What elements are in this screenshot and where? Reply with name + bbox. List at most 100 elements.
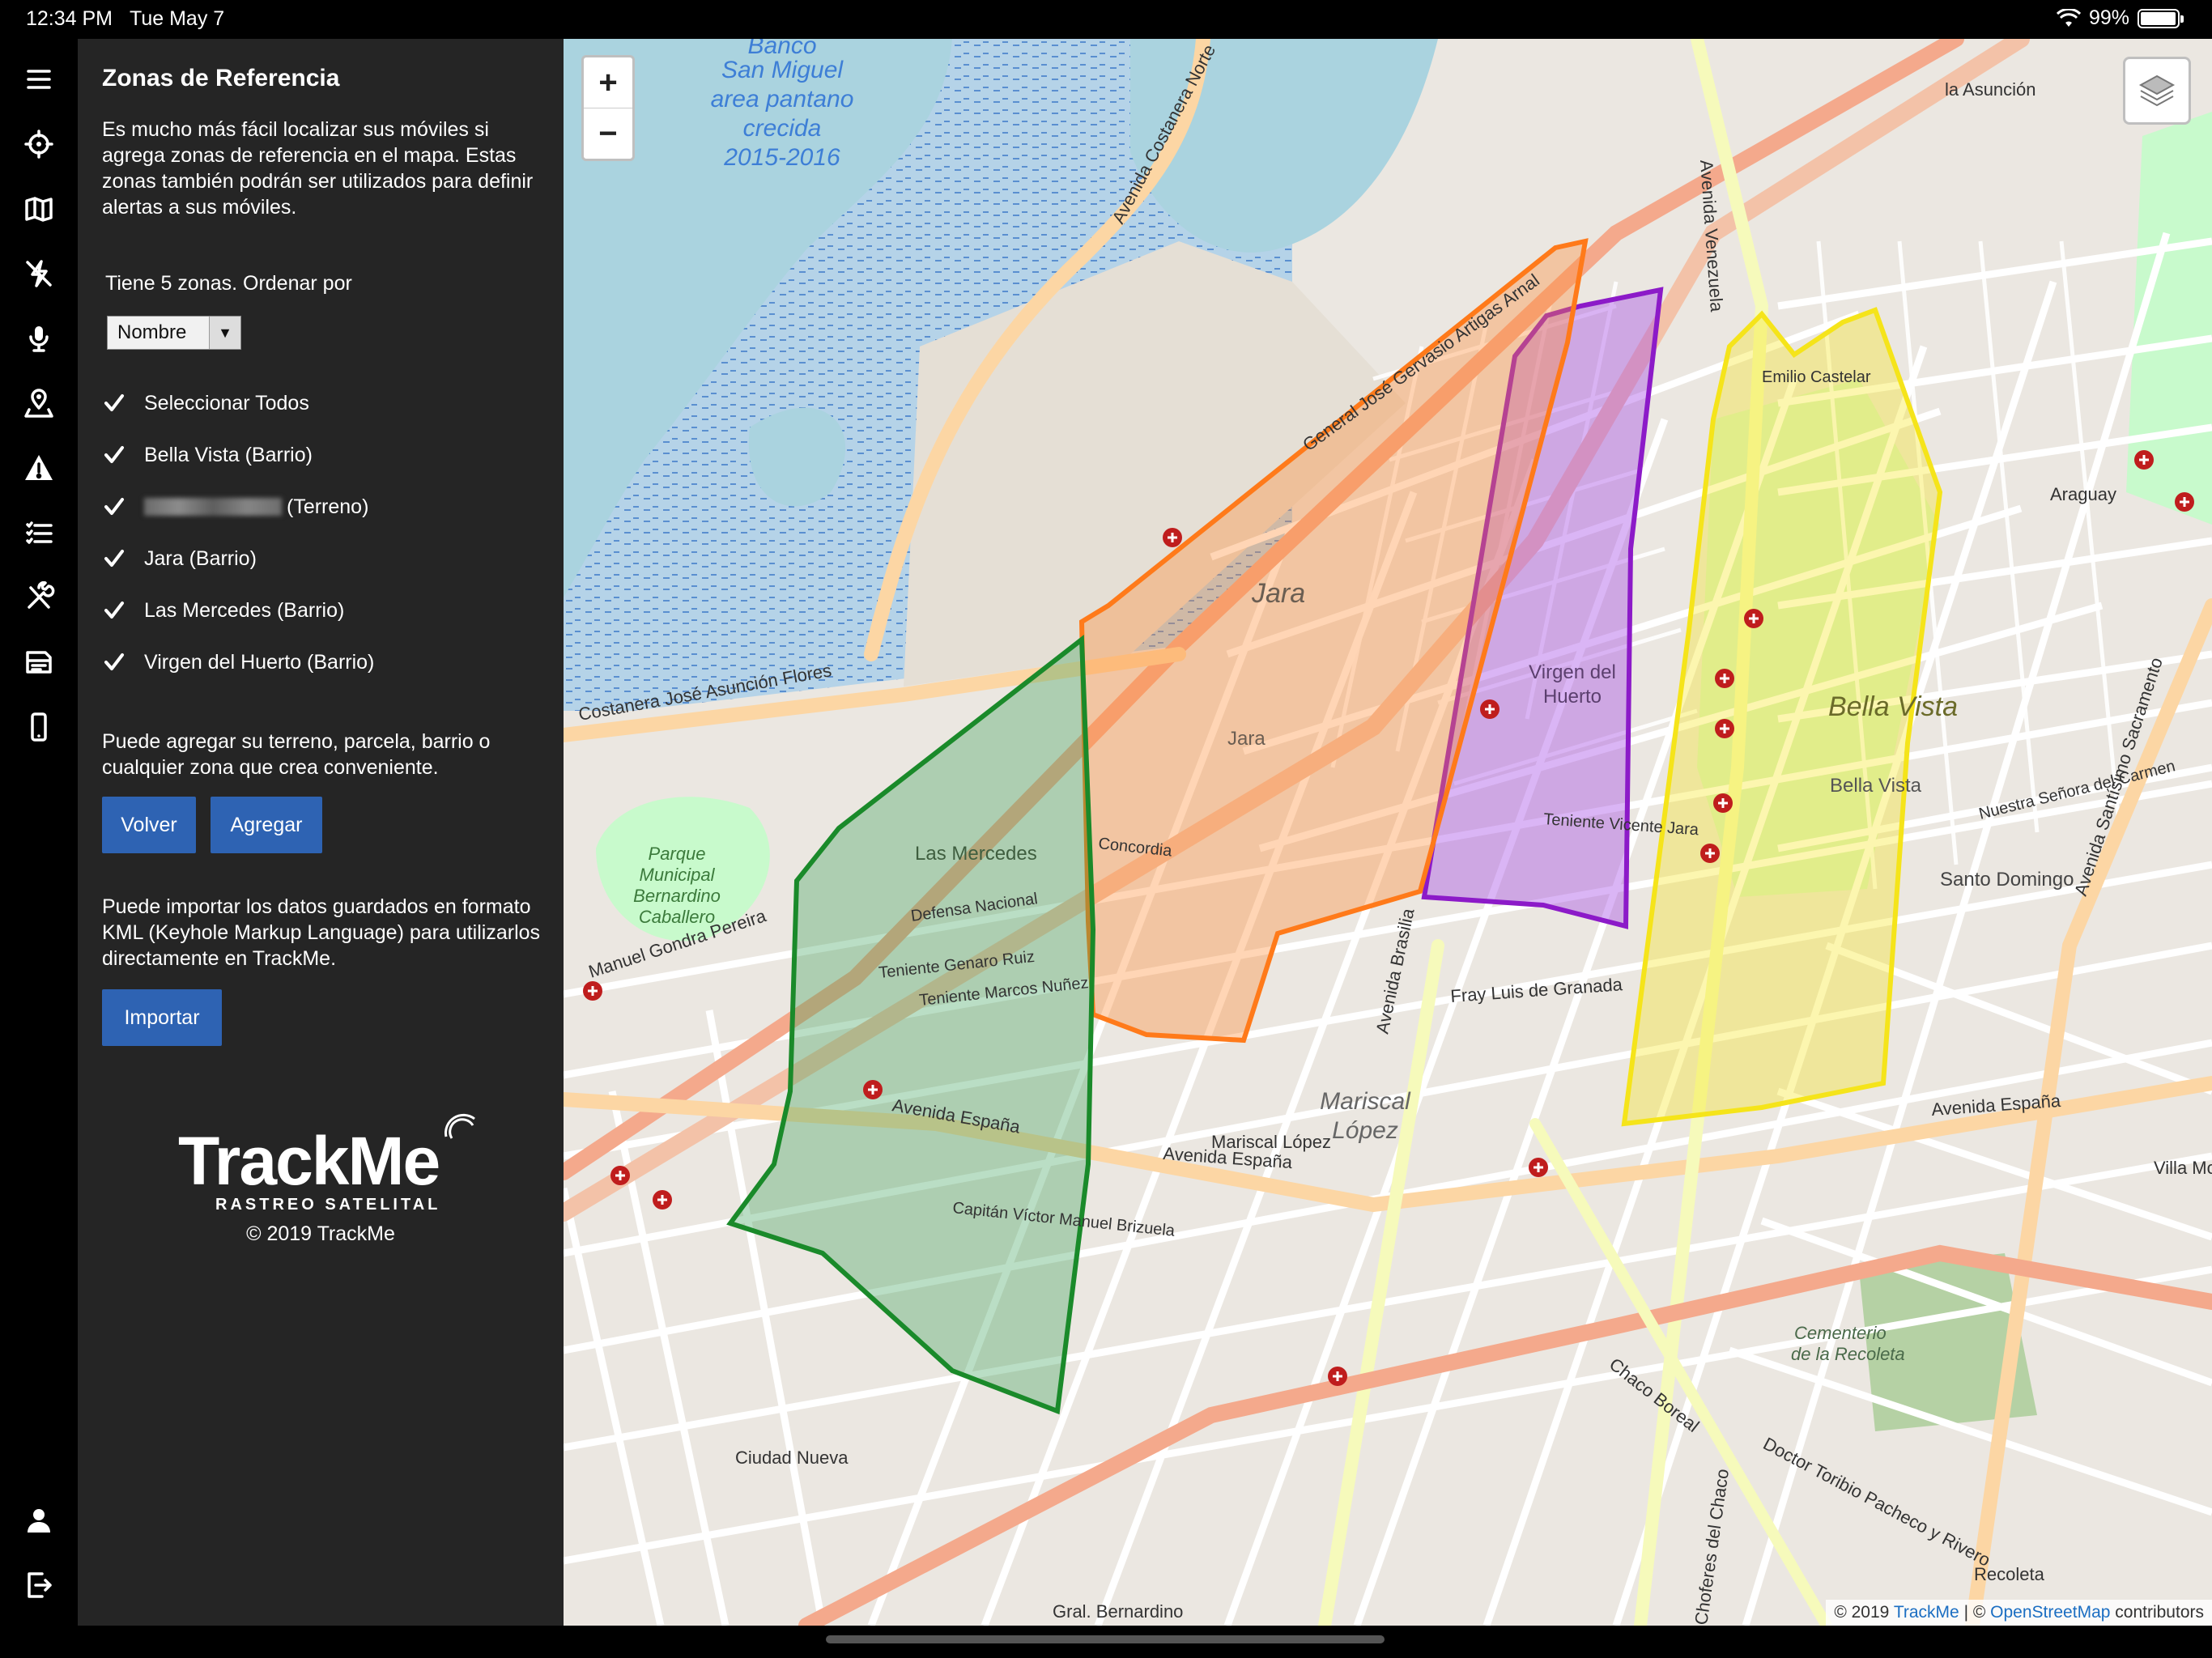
sort-select[interactable]: Nombre ▼ (107, 316, 241, 350)
banco-label: crecida (743, 115, 822, 142)
cementerio-label: Cementerio (1794, 1323, 1887, 1343)
attribution-mid: | © (1963, 1603, 1986, 1622)
hospital-icon[interactable] (1480, 699, 1499, 719)
microphone-icon[interactable] (16, 316, 62, 361)
hospital-icon[interactable] (583, 981, 602, 1001)
road-label: Araguay (2050, 484, 2116, 504)
zones-panel: Zonas de Referencia Es mucho más fácil l… (78, 39, 564, 1626)
home-indicator[interactable] (826, 1635, 1385, 1643)
zone-icon[interactable] (16, 380, 62, 426)
banco-label: San Miguel (721, 57, 844, 83)
openstreetmap-link[interactable]: OpenStreetMap (1990, 1603, 2110, 1622)
attribution-suffix: contributors (2115, 1603, 2204, 1622)
zone-label: Jara (Barrio) (144, 546, 257, 570)
zoom-in-button[interactable]: + (584, 57, 632, 108)
zone-checkbox-jara[interactable]: Jara (Barrio) (102, 542, 507, 575)
hospital-icon[interactable] (1715, 719, 1734, 738)
hospital-icon[interactable] (1744, 609, 1763, 628)
tools-icon[interactable] (16, 575, 62, 620)
select-all-checkbox[interactable]: Seleccionar Todos (102, 387, 507, 419)
import-text: Puede importar los datos guardados en fo… (102, 895, 541, 970)
hospital-icon[interactable] (1163, 528, 1182, 547)
place-label: la Asunción (1945, 79, 2036, 100)
status-date: Tue May 7 (130, 7, 225, 30)
logo-word: TrackMe (178, 1123, 440, 1199)
hospital-icon[interactable] (1529, 1158, 1548, 1177)
zone-label: Virgen del Huerto (Barrio) (144, 650, 375, 674)
jara-label: Jara (1251, 578, 1305, 609)
zone-checkbox-bella-vista[interactable]: Bella Vista (Barrio) (102, 439, 507, 471)
trackme-link[interactable]: TrackMe (1894, 1603, 1959, 1622)
road-label: Emilio Castelar (1762, 368, 1871, 386)
zone-label: Las Mercedes (Barrio) (144, 598, 345, 622)
place-label: Mariscal López (1211, 1132, 1331, 1152)
sort-select-value: Nombre (117, 321, 187, 343)
banco-label: area pantano (711, 86, 854, 113)
mariscal-label: López (1332, 1117, 1398, 1144)
sort-label: Tiene 5 zonas. Ordenar por (105, 272, 352, 295)
alerts-icon[interactable] (16, 251, 62, 296)
checkmark-icon (102, 391, 126, 415)
map-attribution: © 2019 TrackMe | © OpenStreetMap contrib… (1826, 1600, 2212, 1626)
map-canvas[interactable]: Banco San Miguel area pantano crecida 20… (564, 39, 2212, 1626)
bella-vista-small-label: Bella Vista (1830, 775, 1922, 797)
zone-label: (Terreno) (287, 495, 369, 518)
checkmark-icon (102, 598, 126, 623)
import-button[interactable]: Importar (102, 989, 222, 1046)
add-zone-text: Puede agregar su terreno, parcela, barri… (102, 730, 491, 779)
hospital-icon[interactable] (1713, 793, 1733, 813)
back-button[interactable]: Volver (102, 797, 196, 853)
user-icon[interactable] (16, 1498, 62, 1543)
battery-percent: 99% (2088, 6, 2129, 29)
las-mercedes-label: Las Mercedes (915, 843, 1037, 865)
attribution-prefix: © 2019 (1834, 1603, 1890, 1622)
checkmark-icon (102, 546, 126, 571)
status-right: 99% (2056, 6, 2184, 30)
trackme-logo: TrackMe RASTREO SATELITAL (178, 1113, 486, 1214)
hospital-icon[interactable] (2134, 450, 2154, 470)
zone-checkbox-virgen-del-huerto[interactable]: Virgen del Huerto (Barrio) (102, 646, 507, 678)
virgen-label: Virgen del (1529, 661, 1616, 683)
place-label: Recoleta (1974, 1564, 2045, 1584)
mariscal-label: Mariscal (1320, 1088, 1411, 1115)
layers-button[interactable] (2123, 57, 2191, 125)
zoom-out-button[interactable]: − (584, 108, 632, 159)
parque-label: Bernardino (633, 886, 721, 906)
warning-icon[interactable] (16, 445, 62, 491)
hospital-icon[interactable] (610, 1166, 630, 1185)
checkmark-icon (102, 650, 126, 674)
hospital-icon[interactable] (1715, 669, 1734, 688)
menu-icon[interactable] (16, 57, 62, 102)
santo-domingo-label: Santo Domingo (1940, 869, 2074, 891)
place-label: Villa Morra (2154, 1158, 2212, 1178)
device-icon[interactable] (16, 704, 62, 750)
wifi-icon (2056, 8, 2081, 27)
logo-subtitle: RASTREO SATELITAL (215, 1196, 441, 1214)
checkmark-icon (102, 443, 126, 467)
map-view[interactable]: Banco San Miguel area pantano crecida 20… (564, 39, 2212, 1626)
zoom-control: + − (581, 55, 635, 161)
hospital-icon[interactable] (1700, 844, 1720, 863)
list-icon[interactable] (16, 510, 62, 555)
hospital-icon[interactable] (1328, 1367, 1347, 1386)
hospital-icon[interactable] (2175, 492, 2194, 512)
hospital-icon[interactable] (653, 1190, 672, 1209)
select-all-label: Seleccionar Todos (144, 391, 309, 414)
zone-label: Bella Vista (Barrio) (144, 443, 313, 466)
copyright: © 2019 TrackMe (246, 1222, 395, 1245)
redacted-name (144, 498, 282, 516)
add-button[interactable]: Agregar (211, 797, 322, 853)
zone-checkbox-terreno[interactable]: (Terreno) (102, 491, 507, 523)
locate-icon[interactable] (16, 121, 62, 167)
layers-icon (2138, 74, 2176, 107)
banco-label: 2015-2016 (723, 144, 840, 171)
reports-icon[interactable] (16, 640, 62, 685)
jara-small-label: Jara (1227, 728, 1266, 750)
battery-icon (2138, 8, 2184, 28)
panel-intro: Es mucho más fácil localizar sus móviles… (102, 118, 534, 219)
status-bar: 12:34 PM Tue May 7 99% (0, 0, 2212, 39)
zone-checkbox-las-mercedes[interactable]: Las Mercedes (Barrio) (102, 594, 507, 627)
hospital-icon[interactable] (863, 1080, 883, 1099)
logout-icon[interactable] (16, 1562, 62, 1608)
map-icon[interactable] (16, 186, 62, 232)
